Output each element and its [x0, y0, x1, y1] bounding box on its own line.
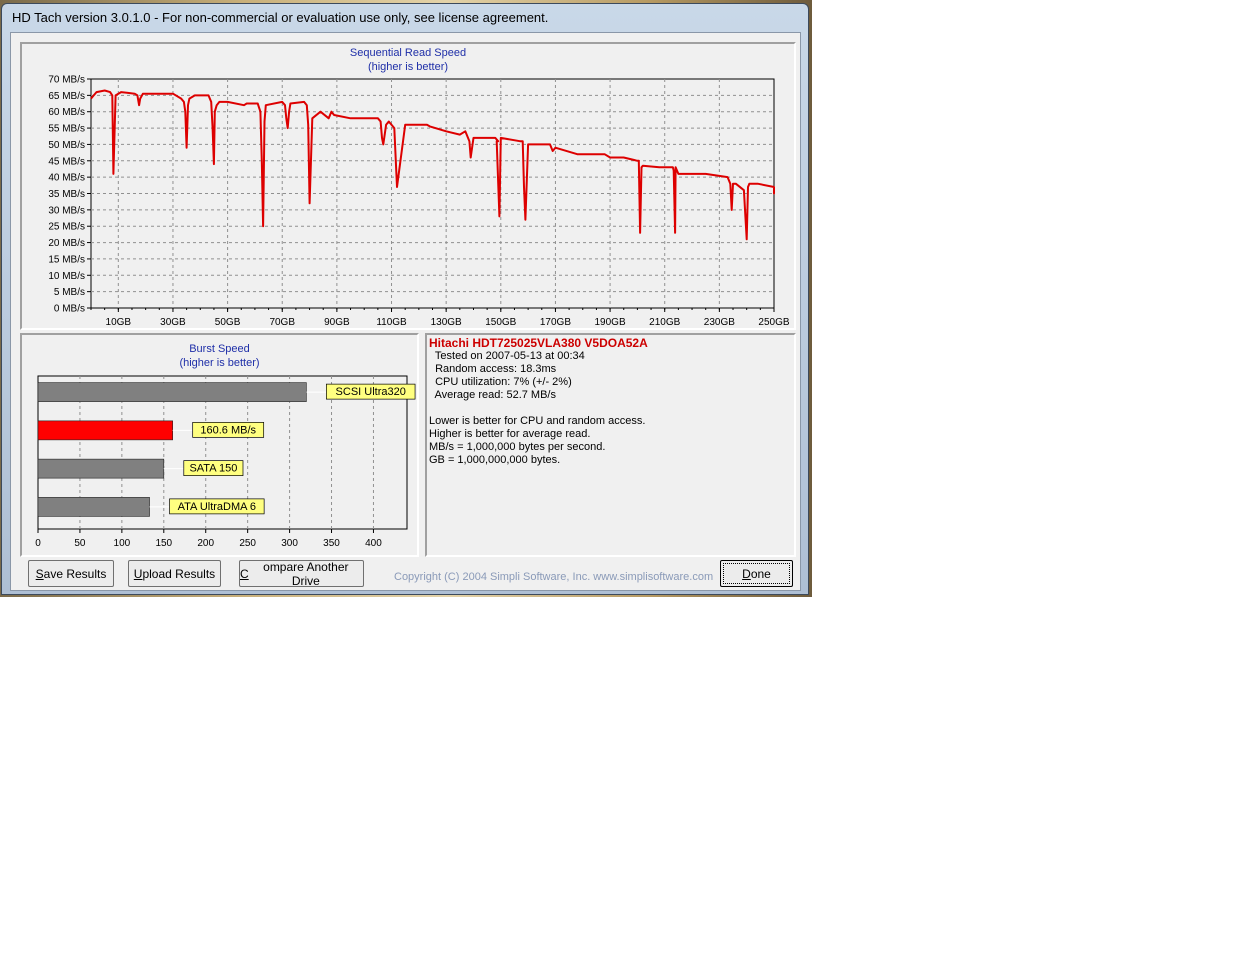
- sequential-y-tick-label: 65 MB/s: [48, 91, 85, 102]
- burst-speed-chart: 0 50 100 150 200 250 300 350 400 SCSI Ultra320 160…: [35, 375, 416, 549]
- random-access-value: Random access: 18.3ms: [429, 363, 557, 375]
- sequential-x-tick-label: 130GB: [431, 317, 462, 328]
- sequential-y-tick-label: 40 MB/s: [48, 173, 85, 184]
- burst-x-tick-label: 250: [239, 538, 256, 549]
- sequential-x-tick-label: 210GB: [649, 317, 680, 328]
- done-button[interactable]: Done: [720, 560, 793, 587]
- burst-bar: [37, 420, 173, 441]
- burst-x-tick-label: 300: [281, 538, 298, 549]
- burst-x-tick-label: 400: [365, 538, 382, 549]
- sequential-y-tick-label: 15 MB/s: [48, 254, 85, 265]
- sequential-y-tick-label: 45 MB/s: [48, 156, 85, 167]
- sequential-x-tick-label: 10GB: [106, 317, 132, 328]
- burst-x-tick-label: 200: [197, 538, 214, 549]
- done-mnemonic: D: [742, 566, 751, 581]
- sequential-x-tick-label: 230GB: [704, 317, 735, 328]
- hdtach-window: HD Tach version 3.0.1.0 - For non-commer…: [1, 3, 809, 595]
- save-results-button[interactable]: Save Results: [28, 560, 114, 587]
- sequential-read-panel: Sequential Read Speed (higher is better)…: [20, 42, 796, 330]
- sequential-x-tick-label: 70GB: [269, 317, 295, 328]
- done-label: one: [750, 566, 771, 581]
- compare-another-drive-button[interactable]: Compare Another Drive: [239, 559, 364, 588]
- burst-x-tick-label: 50: [74, 538, 86, 549]
- compare-mnemonic: C: [240, 566, 249, 581]
- burst-bar-label: 160.6 MB/s: [200, 424, 256, 436]
- sequential-y-tick-label: 50 MB/s: [48, 140, 85, 151]
- burst-bar-label: SATA 150: [189, 463, 237, 475]
- sequential-x-tick-label: 90GB: [324, 317, 350, 328]
- save-label: ave Results: [43, 566, 107, 581]
- sequential-y-tick-label: 0 MB/s: [54, 304, 85, 315]
- burst-x-tick-label: 100: [114, 538, 131, 549]
- save-mnemonic: S: [35, 566, 44, 581]
- sequential-y-tick-label: 70 MB/s: [48, 75, 85, 86]
- sequential-y-tick-label: 55 MB/s: [48, 124, 85, 135]
- burst-x-tick-label: 150: [155, 538, 172, 549]
- sequential-y-tick-label: 30 MB/s: [48, 205, 85, 216]
- burst-bar-label: SCSI Ultra320: [336, 386, 406, 398]
- burst-x-tick-label: 0: [35, 538, 41, 549]
- sequential-y-tick-label: 5 MB/s: [54, 287, 85, 298]
- note-lower-better: Lower is better for CPU and random acces…: [429, 415, 646, 427]
- burst-bar-label: ATA UltraDMA 6: [178, 501, 256, 513]
- drive-info-panel: Hitachi HDT725025VLA380 V5DOA52A Tested …: [425, 333, 796, 557]
- sequential-x-tick-label: 110GB: [376, 317, 407, 328]
- sequential-x-tick-label: 50GB: [215, 317, 241, 328]
- sequential-x-tick-label: 150GB: [485, 317, 516, 328]
- cpu-utilization-value: CPU utilization: 7% (+/- 2%): [429, 376, 572, 388]
- note-higher-better: Higher is better for average read.: [429, 428, 591, 440]
- window-title: HD Tach version 3.0.1.0 - For non-commer…: [12, 10, 549, 25]
- drive-name: Hitachi HDT725025VLA380 V5DOA52A: [429, 336, 648, 350]
- upload-mnemonic: U: [133, 566, 143, 581]
- burst-x-tick-label: 350: [323, 538, 340, 549]
- sequential-x-tick-label: 250GB: [758, 317, 789, 328]
- tested-date: Tested on 2007-05-13 at 00:34: [429, 350, 585, 362]
- sequential-y-tick-label: 10 MB/s: [48, 271, 85, 282]
- note-mbs-definition: MB/s = 1,000,000 bytes per second.: [429, 441, 606, 453]
- note-gb-definition: GB = 1,000,000,000 bytes.: [429, 454, 561, 466]
- burst-bar: [37, 458, 165, 479]
- sequential-x-tick-label: 190GB: [595, 317, 626, 328]
- sequential-x-tick-label: 30GB: [160, 317, 186, 328]
- burst-speed-panel: Burst Speed (higher is better) 0 50 100 150…: [20, 333, 419, 557]
- sequential-y-tick-label: 60 MB/s: [48, 107, 85, 118]
- sequential-read-chart: 0 MB/s 5 MB/s 10 MB/s 15 MB/s 20 MB/s 25 MB/s…: [48, 75, 790, 329]
- copyright-text: Copyright (C) 2004 Simpli Software, Inc.…: [394, 571, 714, 583]
- upload-results-button[interactable]: Upload Results: [128, 560, 221, 587]
- sequential-y-tick-label: 25 MB/s: [48, 222, 85, 233]
- burst-bar: [37, 382, 307, 402]
- average-read-value: Average read: 52.7 MB/s: [429, 389, 556, 401]
- compare-label: ompare Another Drive: [263, 559, 349, 588]
- sequential-y-tick-label: 20 MB/s: [48, 238, 85, 249]
- burst-bar: [37, 497, 150, 517]
- upload-label: pload Results: [142, 566, 216, 581]
- sequential-x-tick-label: 170GB: [540, 317, 571, 328]
- sequential-y-tick-label: 35 MB/s: [48, 189, 85, 200]
- window-client-area: Sequential Read Speed (higher is better)…: [10, 32, 801, 591]
